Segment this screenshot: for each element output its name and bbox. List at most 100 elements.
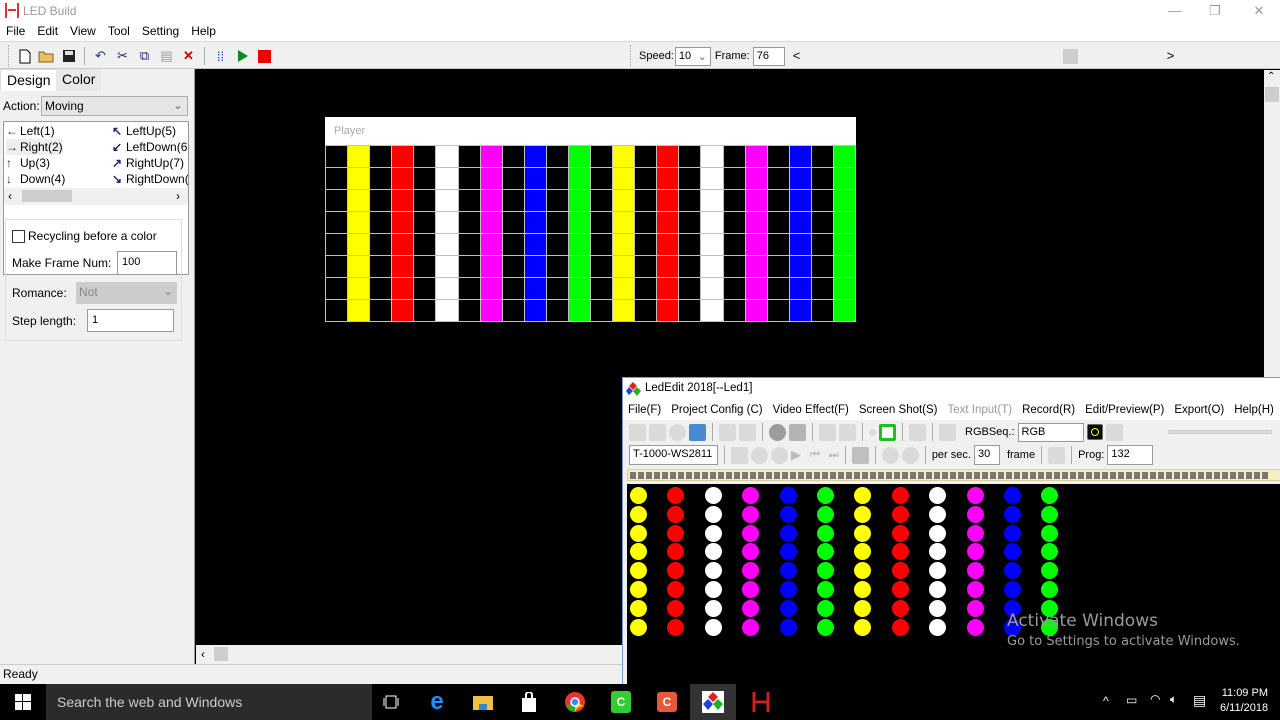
volume-icon[interactable]: 🔈︎ [1170,692,1177,707]
pixel-cell[interactable] [635,234,657,255]
menu-edit[interactable]: Edit [31,22,64,41]
pixel-cell[interactable] [767,212,789,233]
scroll-thumb[interactable] [22,190,72,202]
pixel-cell[interactable] [348,234,370,255]
pixel-cell[interactable] [370,278,392,299]
pixel-cell[interactable] [524,234,546,255]
pixel-cell[interactable] [326,300,348,321]
pixel-cell[interactable] [414,278,436,299]
new-file-icon[interactable] [15,47,34,66]
scroll-up-button[interactable]: ⌃ [1267,71,1275,82]
battery-icon[interactable]: ▭ [1126,693,1137,707]
pixel-cell[interactable] [591,256,613,277]
pixel-cell[interactable] [458,234,480,255]
copy-icon[interactable]: ⧉ [135,47,154,66]
pixel-cell[interactable] [502,234,524,255]
ledit-menu-edit-preview[interactable]: Edit/Preview(P) [1080,400,1169,420]
dot-icon[interactable] [869,428,876,436]
pixel-cell[interactable] [546,146,568,167]
pixel-cell[interactable] [833,278,855,299]
pixel-cell[interactable] [392,300,414,321]
pixel-cell[interactable] [767,300,789,321]
scroll-left-button[interactable]: < [793,48,801,63]
pixel-cell[interactable] [480,256,502,277]
pixel-cell[interactable] [436,212,458,233]
pixel-cell[interactable] [701,278,723,299]
play-icon[interactable] [233,47,252,66]
pixel-cell[interactable] [833,234,855,255]
book-icon[interactable] [1105,423,1123,441]
pixel-cell[interactable] [546,190,568,211]
pixel-cell[interactable] [370,300,392,321]
pause-icon[interactable] [771,446,788,464]
pixel-cell[interactable] [679,168,701,189]
pixel-cell[interactable] [568,256,590,277]
pixel-cell[interactable] [833,146,855,167]
pixel-cell[interactable] [546,234,568,255]
save-icon[interactable] [839,423,856,441]
pixel-cell[interactable] [723,234,745,255]
pixel-cell[interactable] [568,190,590,211]
scroll-right-button[interactable]: > [1167,48,1175,63]
pixel-cell[interactable] [723,212,745,233]
pixel-cell[interactable] [392,278,414,299]
step-length-input[interactable]: 1 [87,309,174,332]
pixel-cell[interactable] [326,190,348,211]
pixel-cell[interactable] [811,190,833,211]
pixel-cell[interactable] [723,300,745,321]
green-square-icon[interactable] [879,423,896,441]
pixel-cell[interactable] [745,278,767,299]
romance-select[interactable]: Not ⌄ [76,282,177,304]
tab-color[interactable]: Color [56,69,102,91]
speed-slider[interactable] [1167,430,1272,434]
settings-icon[interactable] [669,423,686,441]
pixel-cell[interactable] [502,256,524,277]
pixel-cell[interactable] [348,300,370,321]
pixel-cell[interactable] [480,234,502,255]
pixel-cell[interactable] [546,300,568,321]
pixel-cell[interactable] [546,212,568,233]
pixel-cell[interactable] [745,212,767,233]
pixel-cell[interactable] [591,300,613,321]
wifi-icon[interactable]: ◠ [1150,692,1160,706]
ledit-menu-record[interactable]: Record(R) [1017,400,1080,420]
pixel-cell[interactable] [591,146,613,167]
pixel-cell[interactable] [833,300,855,321]
ledit-menu-help[interactable]: Help(H) [1229,400,1279,420]
pixel-cell[interactable] [613,146,635,167]
pixel-cell[interactable] [568,168,590,189]
pixel-cell[interactable] [811,212,833,233]
new-icon[interactable] [629,423,646,441]
pixel-cell[interactable] [370,212,392,233]
store-icon[interactable] [506,684,552,720]
frame-input[interactable]: 76 [752,46,785,66]
restore-button[interactable]: ❐ [1193,0,1237,22]
stop-icon[interactable] [255,47,274,66]
pixel-cell[interactable] [767,256,789,277]
ledit-menu-screen-shot[interactable]: Screen Shot(S) [854,400,943,420]
show-hidden-icons[interactable]: ^ [1103,694,1109,708]
pixel-cell[interactable] [414,212,436,233]
pixel-cell[interactable] [546,256,568,277]
paste-icon[interactable]: ▤ [157,47,176,66]
pixel-cell[interactable] [811,168,833,189]
scroll-right-button[interactable]: › [176,189,180,203]
menu-help[interactable]: Help [185,22,222,41]
pixel-cell[interactable] [414,146,436,167]
pixel-cell[interactable] [811,146,833,167]
pixel-cell[interactable] [502,300,524,321]
ledit-taskbar-icon[interactable] [690,684,736,720]
pixel-cell[interactable] [591,168,613,189]
pixel-cell[interactable] [436,190,458,211]
pixel-cell[interactable] [767,168,789,189]
pixel-cell[interactable] [657,256,679,277]
pixel-cell[interactable] [811,300,833,321]
menu-setting[interactable]: Setting [136,22,185,41]
bell-icon[interactable] [731,446,748,464]
pixel-cell[interactable] [613,278,635,299]
camtasia-recorder-icon[interactable]: C [644,684,690,720]
pixel-cell[interactable] [613,234,635,255]
list-icon[interactable] [719,423,736,441]
copy-icon[interactable] [739,423,756,441]
ledit-menu-export[interactable]: Export(O) [1169,400,1229,420]
